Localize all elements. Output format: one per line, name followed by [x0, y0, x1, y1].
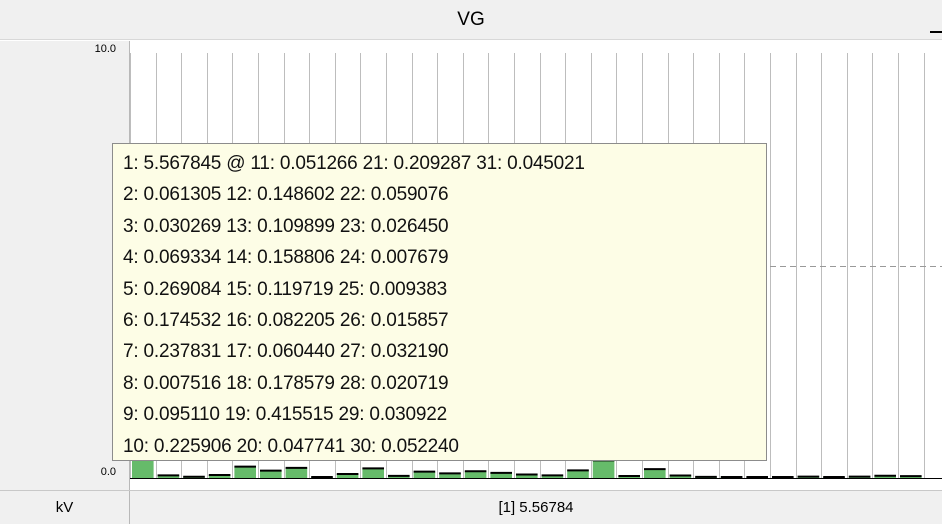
y-tick-max: 10.0: [94, 43, 116, 55]
status-footer: kV [1] 5.56784: [0, 490, 942, 524]
value-readout: [1] 5.56784: [498, 499, 574, 516]
tooltip-line: 10: 0.225906 20: 0.047741 30: 0.052240: [123, 435, 459, 457]
tooltip-line: 6: 0.174532 16: 0.082205 26: 0.015857: [123, 310, 449, 332]
bar[interactable]: [644, 469, 666, 478]
bar[interactable]: [464, 471, 487, 478]
y-tick-min: 0.0: [100, 466, 116, 478]
unit-label: kV: [0, 491, 130, 524]
tooltip-line: 4: 0.069334 14: 0.158806 24: 0.007679: [123, 247, 449, 269]
bar[interactable]: [234, 466, 256, 478]
bar[interactable]: [567, 470, 589, 478]
tooltip-line: 9: 0.095110 19: 0.415515 29: 0.030922: [123, 404, 447, 426]
tooltip-line: 5: 0.269084 15: 0.119719 25: 0.009383: [123, 278, 447, 300]
title-bar: VG: [0, 0, 942, 40]
tooltip-line: 3: 0.030269 13: 0.109899 23: 0.026450: [123, 215, 449, 237]
minimize-icon[interactable]: [928, 0, 942, 40]
y-axis-panel: 10.0 0.0: [0, 41, 130, 490]
bar[interactable]: [260, 470, 282, 478]
tooltip-line: 1: 5.567845 @ 11: 0.051266 21: 0.209287 …: [123, 153, 585, 174]
window-title: VG: [457, 9, 485, 30]
bar[interactable]: [592, 460, 615, 478]
bar[interactable]: [362, 468, 384, 478]
tooltip-line: 8: 0.007516 18: 0.178579 28: 0.020719: [123, 372, 449, 394]
bar[interactable]: [285, 467, 308, 478]
tooltip-line: 2: 0.061305 12: 0.148602 22: 0.059076: [123, 184, 449, 206]
tooltip-line: 7: 0.237831 17: 0.060440 27: 0.032190: [123, 341, 449, 363]
values-tooltip: 1: 5.567845 @ 11: 0.051266 21: 0.209287 …: [112, 143, 767, 461]
